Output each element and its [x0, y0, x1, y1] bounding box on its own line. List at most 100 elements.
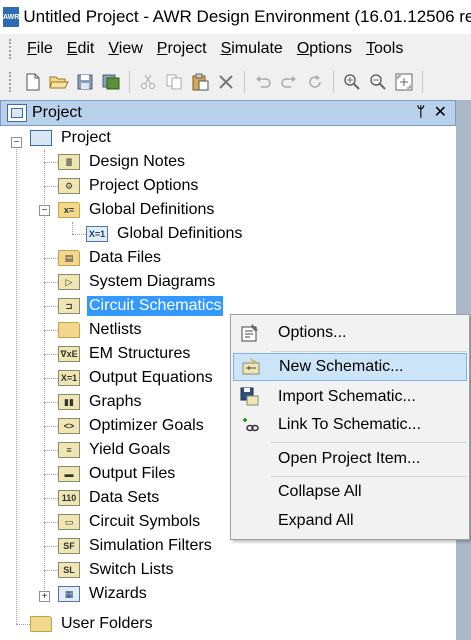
menu-item-label: Import Schematic... — [278, 388, 416, 405]
pin-icon[interactable]: ᛘ — [417, 103, 425, 119]
tree-connector — [44, 150, 45, 598]
panel-title: Project — [32, 104, 82, 121]
expander-project[interactable]: − — [11, 137, 22, 148]
menu-edit[interactable]: Edit — [60, 40, 102, 58]
save-icon[interactable] — [74, 71, 96, 93]
circuit-schematics-icon: ⊐ — [58, 298, 80, 314]
zoom-in-icon[interactable] — [341, 71, 363, 93]
tree-connector — [44, 498, 58, 499]
undo-icon[interactable] — [252, 71, 274, 93]
tree-node-graphs[interactable]: ▮▮ Graphs — [58, 390, 143, 414]
global-definitions-folder-icon: x= — [58, 202, 80, 218]
tree-node-circuit-schematics[interactable]: ⊐ Circuit Schematics — [58, 294, 224, 318]
notes-icon: ≣ — [58, 154, 80, 170]
zoom-fit-icon[interactable] — [393, 71, 415, 93]
zoom-out-icon[interactable] — [367, 71, 389, 93]
toolbar-separator — [422, 71, 423, 93]
menu-file[interactable]: File — [20, 40, 60, 58]
tree-node-netlists[interactable]: Netlists — [58, 318, 143, 342]
toolbar-separator — [129, 71, 130, 93]
paste-icon[interactable] — [189, 71, 211, 93]
toolbar-grip[interactable] — [9, 72, 12, 92]
tree-node-project-options[interactable]: ⚙ Project Options — [58, 174, 200, 198]
tree-node-label: Design Notes — [89, 153, 186, 170]
menu-item-options[interactable]: Options... — [233, 319, 467, 347]
tree-connector — [44, 570, 58, 571]
tree-node-data-sets[interactable]: 110 Data Sets — [58, 486, 161, 510]
tree-node-design-notes[interactable]: ≣ Design Notes — [58, 150, 187, 174]
save-all-icon[interactable] — [100, 71, 122, 93]
close-icon[interactable]: ✕ — [434, 102, 447, 122]
xeq-icon: X=1 — [86, 226, 108, 242]
tree-node-switch-lists[interactable]: SL Switch Lists — [58, 558, 175, 582]
tree-node-user-folders[interactable]: User Folders — [30, 612, 155, 636]
tree-node-label: Output Equations — [89, 369, 213, 386]
delete-icon[interactable] — [215, 71, 237, 93]
tree-node-em-structures[interactable]: ∇xE EM Structures — [58, 342, 192, 366]
tree-connector — [44, 282, 58, 283]
menu-item-open-project-item[interactable]: Open Project Item... — [233, 445, 467, 473]
menu-view[interactable]: View — [101, 40, 149, 58]
tree-connector — [72, 222, 73, 234]
open-icon[interactable] — [48, 71, 70, 93]
tree-node-global-definitions-doc[interactable]: X=1 Global Definitions — [86, 222, 244, 246]
tree-connector — [72, 234, 86, 235]
menubar-grip[interactable] — [9, 39, 12, 59]
tree-node-label: Project — [61, 129, 111, 146]
tree-node-label: System Diagrams — [89, 273, 216, 290]
tree-node-output-files[interactable]: ▬ Output Files — [58, 462, 177, 486]
tree-node-project[interactable]: Project — [30, 126, 113, 150]
link-icon — [239, 414, 261, 436]
menu-item-new-schematic[interactable]: New Schematic... — [233, 353, 467, 381]
yield-goals-icon: ≡ — [58, 442, 80, 458]
window-title: Untitled Project - AWR Design Environmen… — [23, 7, 471, 26]
menu-options[interactable]: Options — [290, 40, 359, 58]
tree-node-optimizer-goals[interactable]: <> Optimizer Goals — [58, 414, 206, 438]
options-icon — [239, 322, 261, 344]
tree-node-yield-goals[interactable]: ≡ Yield Goals — [58, 438, 172, 462]
folder-icon — [58, 322, 80, 338]
tree-node-label: Simulation Filters — [89, 537, 212, 554]
tree-node-label: Global Definitions — [89, 201, 215, 218]
tree-node-simulation-filters[interactable]: SF Simulation Filters — [58, 534, 214, 558]
tree-node-data-files[interactable]: ▤ Data Files — [58, 246, 163, 270]
new-schematic-icon — [240, 356, 262, 378]
refresh-icon[interactable] — [304, 71, 326, 93]
menu-project[interactable]: Project — [150, 40, 214, 58]
menu-item-label: Options... — [278, 324, 347, 341]
project-icon — [30, 130, 52, 146]
new-icon[interactable] — [22, 71, 44, 93]
tree-node-label: Wizards — [89, 585, 147, 602]
tree-connector — [44, 330, 58, 331]
menu-item-collapse-all[interactable]: Collapse All — [233, 478, 467, 506]
tree-node-system-diagrams[interactable]: ▷ System Diagrams — [58, 270, 217, 294]
copy-icon[interactable] — [163, 71, 185, 93]
tree-node-circuit-symbols[interactable]: ▭ Circuit Symbols — [58, 510, 202, 534]
tree-node-output-equations[interactable]: X=1 Output Equations — [58, 366, 215, 390]
tree-connector — [44, 522, 58, 523]
title-bar: AWR Untitled Project - AWR Design Enviro… — [0, 0, 471, 34]
redo-icon[interactable] — [278, 71, 300, 93]
tree-connector — [16, 144, 17, 624]
menu-item-expand-all[interactable]: Expand All — [233, 507, 467, 535]
tree-node-label: Graphs — [89, 393, 142, 410]
em-structures-icon: ∇xE — [58, 346, 80, 362]
menu-tools[interactable]: Tools — [359, 40, 410, 58]
tree-connector — [44, 162, 58, 163]
cut-icon[interactable] — [137, 71, 159, 93]
menu-item-import-schematic[interactable]: Import Schematic... — [233, 383, 467, 411]
toolbar-separator — [244, 71, 245, 93]
simulation-filters-icon: SF — [58, 538, 80, 554]
expander-wizards[interactable]: + — [39, 591, 50, 602]
project-panel-icon — [7, 104, 27, 122]
menu-item-link-to-schematic[interactable]: Link To Schematic... — [233, 411, 467, 439]
menu-simulate[interactable]: Simulate — [214, 40, 290, 58]
expander-global-definitions[interactable]: − — [39, 205, 50, 216]
tree-connector — [44, 378, 58, 379]
tree-node-wizards[interactable]: ▦ Wizards — [58, 582, 149, 606]
tree-node-global-definitions-folder[interactable]: x= Global Definitions — [58, 198, 216, 222]
tree-node-label: Switch Lists — [89, 561, 174, 578]
graphs-icon: ▮▮ — [58, 394, 80, 410]
toolbar — [0, 64, 471, 100]
output-equations-icon: X=1 — [58, 370, 80, 386]
